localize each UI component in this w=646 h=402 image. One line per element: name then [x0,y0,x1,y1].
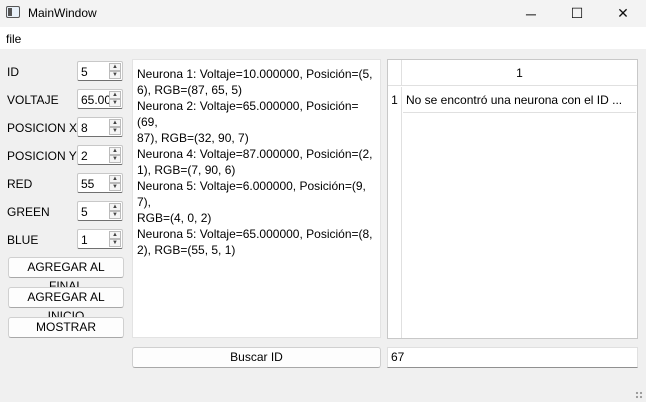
spin-up-icon[interactable]: ▲ [109,147,121,155]
search-id-input[interactable]: 67 [387,347,638,368]
output-line: Neurona 2: Voltaje=65.000000, Posición=(… [137,99,359,129]
output-line: 1), RGB=(7, 90, 6) [137,163,236,177]
id-value: 5 [81,65,88,79]
label-green: GREEN [7,205,50,219]
minimize-button[interactable]: ─ [508,0,554,27]
posicion-x-value: 8 [81,121,88,135]
spin-down-icon[interactable]: ▼ [109,211,121,219]
output-line: Neurona 5: Voltaje=6.000000, Posición=(9… [137,179,366,209]
spin-down-icon[interactable]: ▼ [109,155,121,163]
blue-spinbox[interactable]: 1 ▲ ▼ [77,229,123,249]
size-grip[interactable] [635,391,643,399]
close-button[interactable]: ✕ [600,0,646,27]
label-posicion-y: POSICION Y [7,149,77,163]
neuron-list-output[interactable]: Neurona 1: Voltaje=10.000000, Posición=(… [132,59,381,338]
label-voltaje: VOLTAJE [7,93,59,107]
mostrar-button[interactable]: MOSTRAR [8,317,124,338]
red-spinbox[interactable]: 55 ▲ ▼ [77,173,123,193]
output-line: RGB=(4, 0, 2) [137,211,212,225]
menu-bar: file [0,27,646,49]
output-line: Neurona 1: Voltaje=10.000000, Posición=(… [137,67,373,81]
table-row-header[interactable]: 1 [388,87,402,113]
id-spinbox[interactable]: 5 ▲ ▼ [77,61,123,81]
spin-down-icon[interactable]: ▼ [109,239,121,247]
spin-down-icon[interactable]: ▼ [109,99,121,107]
spin-up-icon[interactable]: ▲ [109,91,121,99]
spin-down-icon[interactable]: ▼ [109,127,121,135]
buscar-id-button[interactable]: Buscar ID [132,347,381,368]
spin-up-icon[interactable]: ▲ [109,175,121,183]
spin-up-icon[interactable]: ▲ [109,231,121,239]
red-value: 55 [81,177,95,191]
title-bar: MainWindow ─ ☐ ✕ [0,0,646,27]
voltaje-value: 65.00 [81,93,112,107]
app-window-icon [6,6,20,18]
posicion-x-spinbox[interactable]: 8 ▲ ▼ [77,117,123,137]
spin-up-icon[interactable]: ▲ [109,203,121,211]
agregar-al-final-button[interactable]: AGREGAR AL FINAL [8,257,124,293]
posicion-y-value: 2 [81,149,88,163]
green-spinbox[interactable]: 5 ▲ ▼ [77,201,123,221]
search-result-table[interactable]: 1 1 No se encontró una neurona con el ID… [387,59,638,339]
output-line: 2), RGB=(55, 5, 1) [137,243,236,257]
output-line: 87), RGB=(32, 90, 7) [137,131,249,145]
spin-down-icon[interactable]: ▼ [109,71,121,79]
output-line: Neurona 5: Voltaje=65.000000, Posición=(… [137,227,373,241]
label-blue: BLUE [7,233,39,247]
minimize-icon: ─ [526,5,536,22]
menu-file[interactable]: file [6,32,21,46]
maximize-icon: ☐ [570,5,584,21]
spin-down-icon[interactable]: ▼ [109,183,121,191]
agregar-al-inicio-button[interactable]: AGREGAR AL INICIO [8,287,124,323]
close-icon: ✕ [617,5,629,21]
table-column-header[interactable]: 1 [402,60,637,86]
output-line: 6), RGB=(87, 65, 5) [137,83,243,97]
label-posicion-x: POSICION X [7,121,78,135]
maximize-button[interactable]: ☐ [554,0,600,27]
spin-up-icon[interactable]: ▲ [109,63,121,71]
green-value: 5 [81,205,88,219]
window-title: MainWindow [28,6,97,20]
table-cell[interactable]: No se encontró una neurona con el ID ... [403,87,636,113]
output-line: Neurona 4: Voltaje=87.000000, Posición=(… [137,147,373,161]
table-corner-button[interactable] [388,60,402,86]
blue-value: 1 [81,233,88,247]
posicion-y-spinbox[interactable]: 2 ▲ ▼ [77,145,123,165]
label-id: ID [7,65,19,79]
table-row-header-area [388,113,402,338]
voltaje-spinbox[interactable]: 65.00 ▲ ▼ [77,89,123,109]
label-red: RED [7,177,33,191]
spin-up-icon[interactable]: ▲ [109,119,121,127]
